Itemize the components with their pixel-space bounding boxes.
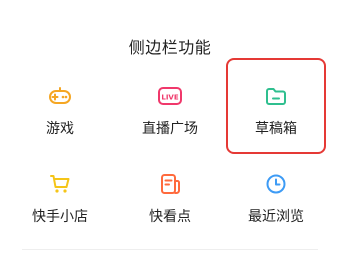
- sidebar-item-games[interactable]: 游戏: [10, 84, 110, 164]
- clock-icon: [226, 172, 326, 196]
- sidebar-item-kuaikandian[interactable]: 快看点: [120, 172, 220, 252]
- divider: [22, 249, 318, 250]
- sidebar-item-label: 直播广场: [142, 121, 198, 137]
- sidebar-item-kuaishou-shop[interactable]: 快手小店: [10, 172, 110, 252]
- drafts-highlight-box: [226, 58, 326, 154]
- sidebar-item-recently-viewed[interactable]: 最近浏览: [226, 172, 326, 252]
- sidebar-item-label: 快手小店: [32, 209, 88, 225]
- sidebar-item-label: 最近浏览: [248, 209, 304, 225]
- sidebar-functions-panel: 侧边栏功能 游戏 LIVE 直播广场 草稿箱 快手小店 快看点 最近浏览: [0, 0, 340, 253]
- sidebar-item-label: 快看点: [149, 209, 191, 225]
- svg-text:LIVE: LIVE: [161, 94, 178, 102]
- sidebar-item-live-square[interactable]: LIVE 直播广场: [120, 84, 220, 164]
- gamepad-icon: [10, 84, 110, 108]
- shopping-cart-icon: [10, 172, 110, 196]
- news-icon: [120, 172, 220, 196]
- panel-title: 侧边栏功能: [128, 38, 212, 57]
- live-tv-icon: LIVE: [120, 84, 220, 108]
- sidebar-item-label: 游戏: [46, 121, 74, 137]
